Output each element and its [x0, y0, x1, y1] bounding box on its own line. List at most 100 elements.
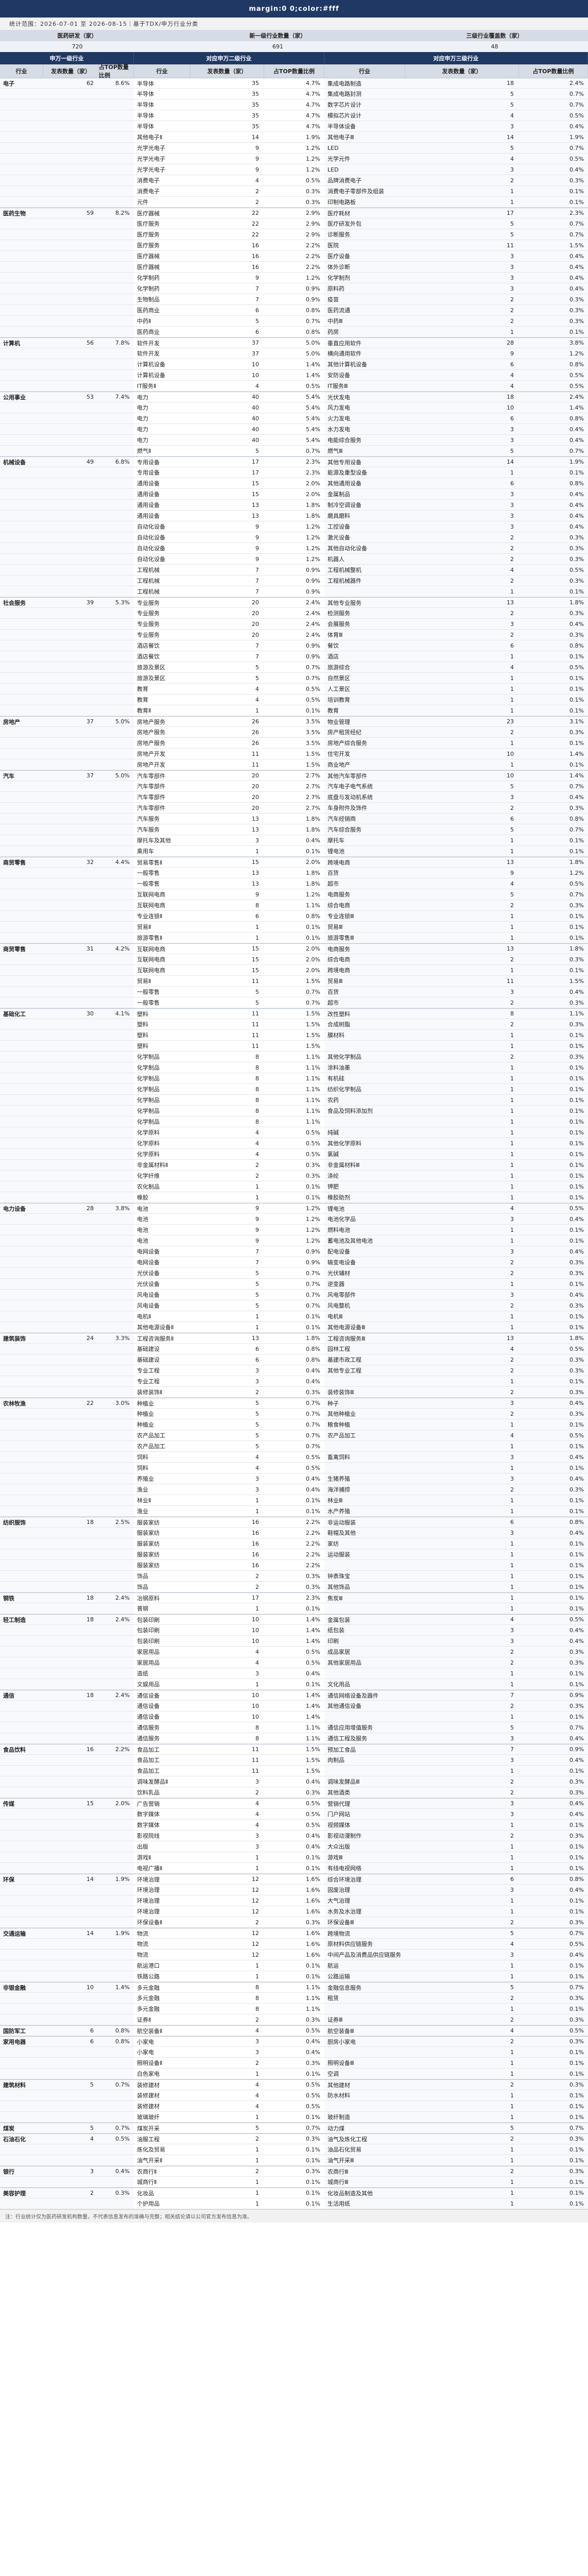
table-cell: 16	[191, 262, 264, 272]
table-cell: 0.1%	[519, 651, 588, 662]
table-row: 教育 4 0.5% 人工景区 1 0.1%	[0, 684, 588, 694]
table-cell: 4	[405, 370, 519, 380]
table-cell: 1.2%	[264, 532, 324, 543]
table-cell	[43, 186, 99, 196]
table-cell: 计算机	[0, 338, 43, 348]
table-cell: 0.3%	[519, 1409, 588, 1419]
table-cell: 22	[43, 1398, 99, 1408]
table-cell	[0, 1214, 43, 1224]
table-cell: 0.3%	[264, 1387, 324, 1397]
table-cell	[43, 229, 99, 240]
table-row: 电池 9 1.2% 蓄电池及其他电池 1 0.1%	[0, 1235, 588, 1246]
table-cell: 0.9%	[264, 1246, 324, 1257]
table-cell: 0.1%	[519, 1322, 588, 1332]
table-cell: 农产品加工	[324, 1430, 405, 1440]
table-cell: 0.5%	[264, 2101, 324, 2111]
table-row: 多元金融 8 1.1% 1 0.1%	[0, 2004, 588, 2014]
table-cell	[43, 1657, 99, 1668]
table-cell: 综合环境治理	[324, 1874, 405, 1884]
table-cell: 电视广播Ⅱ	[134, 1863, 191, 1873]
report-title-text: margin:0 0;color:#fff	[249, 5, 339, 13]
table-cell: 2	[191, 197, 264, 207]
table-cell	[99, 175, 134, 185]
table-cell: 0.7%	[264, 987, 324, 997]
table-cell: 2.7%	[264, 771, 324, 781]
table-cell: 1	[405, 1030, 519, 1040]
table-row: 种植业 5 0.7% 粮食种植 1 0.1%	[0, 1419, 588, 1430]
table-cell: 车身附件及饰件	[324, 803, 405, 813]
table-cell: 0.4%	[519, 435, 588, 445]
table-cell: 其他建材	[324, 2080, 405, 2090]
table-cell: 0.1%	[519, 1668, 588, 1679]
table-cell: 大众出版	[324, 1841, 405, 1852]
table-cell	[99, 2155, 134, 2165]
table-cell	[43, 370, 99, 380]
table-row: 电网设备 7 0.9% 配电设备 3 0.4%	[0, 1246, 588, 1257]
table-cell: 化学制品	[134, 1106, 191, 1116]
table-cell	[99, 1149, 134, 1159]
table-cell: 0.4%	[519, 283, 588, 294]
column-header: 发表数量（家）	[191, 64, 264, 78]
table-cell: 元件	[134, 197, 191, 207]
table-cell: 光学光电子	[134, 164, 191, 175]
table-cell	[43, 1116, 99, 1127]
table-cell: 1	[405, 1571, 519, 1581]
table-cell	[43, 1441, 99, 1451]
table-cell: 2.2%	[264, 240, 324, 250]
table-row: 出版 3 0.4% 大众出版 1 0.1%	[0, 1841, 588, 1852]
table-cell: 塑料	[134, 1030, 191, 1040]
table-cell	[43, 759, 99, 770]
table-cell: 油品石化贸易	[324, 2144, 405, 2155]
table-row: 农产品加工 5 0.7% 1 0.1%	[0, 1441, 588, 1452]
table-cell: 1	[405, 738, 519, 748]
table-cell: 0.5%	[264, 1809, 324, 1819]
summary-value-3: 48	[401, 41, 588, 52]
table-cell	[0, 1787, 43, 1798]
table-row: 酒店餐饮 7 0.9% 酒店 1 0.1%	[0, 651, 588, 662]
table-cell: 一般零售	[134, 987, 191, 997]
table-cell: 小家电	[134, 2047, 191, 2057]
table-cell	[99, 1701, 134, 1711]
table-cell: 1	[405, 1225, 519, 1235]
table-cell	[43, 1971, 99, 1981]
table-cell: 2	[405, 316, 519, 326]
table-cell: 1	[405, 651, 519, 662]
table-cell: 软件开发	[134, 338, 191, 348]
table-cell	[0, 640, 43, 651]
table-cell: 18	[43, 1517, 99, 1527]
table-cell	[99, 511, 134, 521]
table-cell: 工程机械	[134, 586, 191, 597]
table-cell	[0, 575, 43, 586]
table-cell: 纸包装	[324, 1625, 405, 1635]
table-cell	[43, 1030, 99, 1040]
table-cell	[43, 467, 99, 478]
table-cell: 0.3%	[99, 2188, 134, 2198]
table-cell	[43, 424, 99, 434]
table-cell: 1.1%	[264, 1993, 324, 2003]
table-cell: 0.5%	[519, 1344, 588, 1354]
table-cell: 0.1%	[264, 1960, 324, 1971]
table-cell	[43, 662, 99, 672]
table-cell: 20	[191, 792, 264, 802]
table-cell: 1	[191, 1322, 264, 1332]
table-cell	[0, 694, 43, 705]
table-cell: 7	[191, 640, 264, 651]
table-row: 房地产开发 11 1.5% 商业地产 1 0.1%	[0, 759, 588, 770]
table-row: 石油石化 4 0.5% 油服工程 2 0.3% 油气及炼化工程 2 0.3%	[0, 2133, 588, 2144]
table-cell: 1	[405, 1852, 519, 1862]
table-cell	[43, 1668, 99, 1679]
table-cell	[99, 1419, 134, 1430]
table-cell	[43, 381, 99, 391]
table-cell: 0.4%	[264, 1841, 324, 1852]
table-cell: 油服工程	[134, 2134, 191, 2144]
table-cell: 厨房小家电	[324, 2037, 405, 2046]
table-cell: 16	[191, 1549, 264, 1560]
table-cell	[0, 1863, 43, 1873]
table-cell: 0.1%	[519, 1225, 588, 1235]
table-cell: 1	[405, 1463, 519, 1473]
table-cell	[0, 976, 43, 986]
table-cell	[99, 327, 134, 337]
report-title: margin:0 0;color:#fff	[0, 0, 588, 18]
table-row: 专业工程 3 0.4% 1 0.1%	[0, 1376, 588, 1387]
table-cell: 1	[191, 2112, 264, 2122]
